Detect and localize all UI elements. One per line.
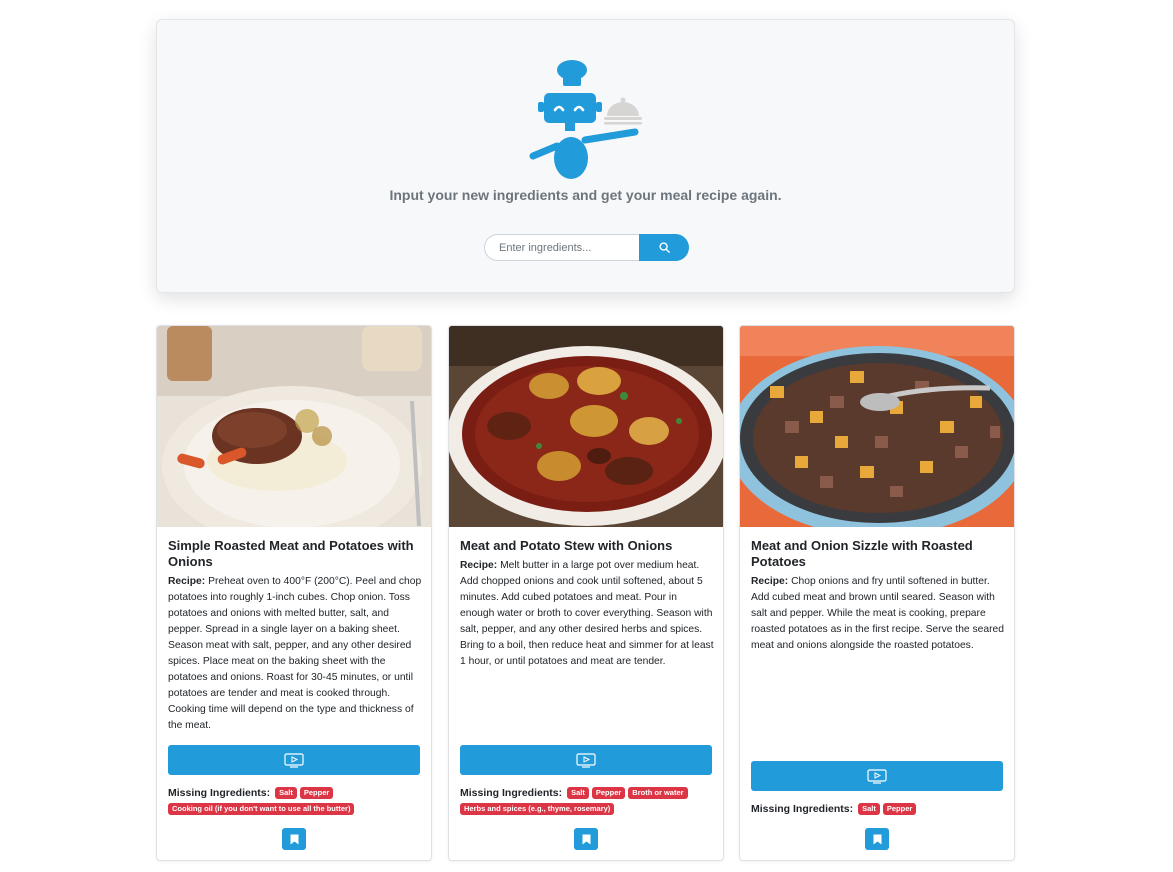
video-play-icon — [867, 768, 887, 784]
missing-badge: Broth or water — [628, 787, 688, 799]
recipe-title: Meat and Onion Sizzle with Roasted Potat… — [751, 538, 973, 569]
recipe-label: Recipe: — [751, 576, 789, 587]
missing-label: Missing Ingredients: — [168, 787, 271, 799]
missing-badge: Cooking oil (if you don't want to use al… — [168, 803, 355, 815]
ingredients-input[interactable] — [484, 234, 639, 261]
search-icon — [658, 242, 670, 253]
missing-badge: Pepper — [299, 787, 334, 799]
bookmark-button[interactable] — [282, 828, 306, 850]
missing-ingredients: Missing Ingredients: Salt Pepper Cooking… — [168, 787, 422, 819]
recipe-label: Recipe: — [168, 576, 206, 587]
watch-video-button[interactable] — [751, 761, 1003, 791]
recipe-body: Preheat oven to 400°F (200°C). Peel and … — [168, 576, 422, 731]
watch-video-button[interactable] — [168, 745, 420, 775]
recipe-photo — [449, 326, 723, 527]
missing-label: Missing Ingredients: — [751, 803, 854, 815]
recipe-card: Meat and Onion Sizzle with Roasted Potat… — [739, 325, 1015, 861]
missing-label: Missing Ingredients: — [460, 787, 563, 799]
video-play-icon — [576, 752, 596, 768]
watch-video-button[interactable] — [460, 745, 712, 775]
chef-robot-logo — [529, 60, 642, 179]
missing-badge: Pepper — [882, 803, 917, 815]
missing-badge: Salt — [567, 787, 589, 799]
recipe-label: Recipe: — [460, 560, 498, 571]
missing-badge: Salt — [275, 787, 297, 799]
bookmark-icon — [582, 834, 590, 844]
recipe-body: Chop onions and fry until softened in bu… — [751, 576, 1004, 651]
recipe-photo — [157, 326, 431, 527]
recipe-title: Meat and Potato Stew with Onions — [460, 538, 673, 553]
bookmark-icon — [873, 834, 881, 844]
missing-badge: Salt — [858, 803, 880, 815]
hero-tagline: Input your new ingredients and get your … — [389, 187, 782, 203]
recipe-text: Recipe: Melt butter in a large pot over … — [460, 558, 714, 670]
missing-badge: Herbs and spices (e.g., thyme, rosemary) — [460, 803, 615, 815]
video-play-icon — [284, 752, 304, 768]
recipe-card: Meat and Potato Stew with Onions Recipe:… — [448, 325, 724, 861]
recipe-photo — [740, 326, 1014, 527]
search-button[interactable] — [639, 234, 689, 261]
missing-badge: Pepper — [591, 787, 626, 799]
ingredient-search — [484, 234, 689, 261]
hero-panel: Input your new ingredients and get your … — [156, 19, 1015, 293]
recipe-body: Melt butter in a large pot over medium h… — [460, 560, 714, 667]
recipe-title: Simple Roasted Meat and Potatoes with On… — [168, 538, 414, 569]
recipe-text: Recipe: Preheat oven to 400°F (200°C). P… — [168, 574, 422, 734]
recipe-card: Simple Roasted Meat and Potatoes with On… — [156, 325, 432, 861]
bookmark-button[interactable] — [865, 828, 889, 850]
bookmark-button[interactable] — [574, 828, 598, 850]
missing-ingredients: Missing Ingredients: Salt Pepper — [751, 803, 1005, 819]
bookmark-icon — [290, 834, 298, 844]
recipe-text: Recipe: Chop onions and fry until soften… — [751, 574, 1005, 654]
missing-ingredients: Missing Ingredients: Salt Pepper Broth o… — [460, 787, 714, 819]
